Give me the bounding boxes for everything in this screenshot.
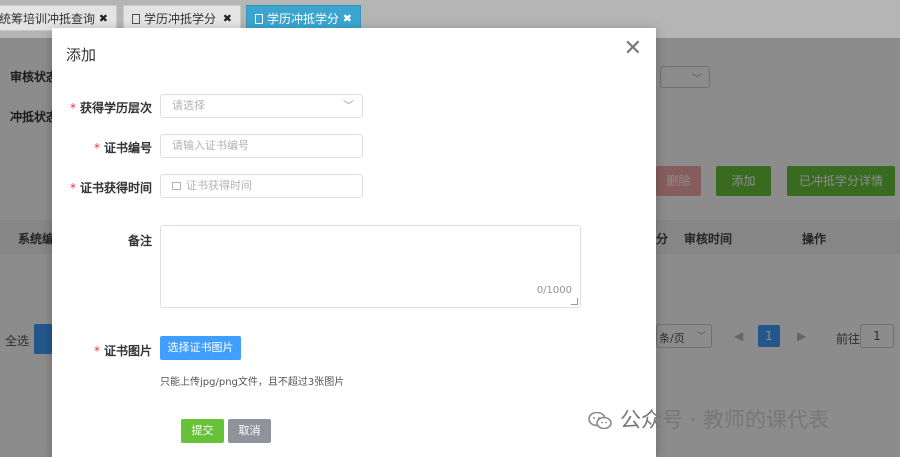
cert-no-label: * 证书编号 xyxy=(93,141,152,155)
cert-number-input[interactable]: 请输入证书编号 xyxy=(160,134,363,158)
wechat-icon xyxy=(588,412,612,429)
required-star: * xyxy=(69,181,76,195)
document-icon xyxy=(132,14,140,24)
level-label: * 获得学历层次 xyxy=(69,101,152,115)
required-star: * xyxy=(93,344,100,358)
upload-hint: 只能上传jpg/png文件，且不超过3张图片 xyxy=(160,377,345,388)
tab-label: 统筹培训冲抵查询 xyxy=(0,12,96,26)
remark-textarea[interactable]: 0/1000 xyxy=(160,225,581,308)
cert-date-label: * 证书获得时间 xyxy=(69,181,152,195)
cancel-button[interactable]: 取消 xyxy=(228,419,271,443)
char-counter: 0/1000 xyxy=(536,285,572,296)
degree-level-select[interactable]: 请选择 ﹀ xyxy=(160,94,363,118)
chevron-down-icon: ﹀ xyxy=(343,99,354,112)
required-star: * xyxy=(93,141,100,155)
degree-level-placeholder: 请选择 xyxy=(172,99,205,112)
resize-handle-icon[interactable] xyxy=(571,298,578,305)
document-icon xyxy=(255,14,263,24)
watermark-text: 公众号 · 教师的课代表 xyxy=(620,408,830,432)
tab-label: 学历冲抵学分 xyxy=(267,12,340,26)
close-icon[interactable]: ✕ xyxy=(624,38,642,60)
cert-image-label: * 证书图片 xyxy=(93,344,152,358)
tab-label: 学历冲抵学分 xyxy=(144,12,217,26)
cert-number-placeholder: 请输入证书编号 xyxy=(172,139,249,152)
remark-label: 备注 xyxy=(127,234,152,248)
cert-date-picker[interactable]: 证书获得时间 xyxy=(160,174,363,198)
submit-button[interactable]: 提交 xyxy=(181,419,224,443)
add-dialog: 添加 ✕ * 获得学历层次 请选择 ﹀ * 证书编号 请输入证书编号 * 证书获得时间… xyxy=(52,28,656,457)
dialog-title: 添加 xyxy=(66,46,97,64)
select-cert-image-button[interactable]: 选择证书图片 xyxy=(160,336,241,360)
calendar-icon xyxy=(172,182,181,190)
required-star: * xyxy=(69,101,76,115)
cert-date-placeholder: 证书获得时间 xyxy=(186,179,252,192)
